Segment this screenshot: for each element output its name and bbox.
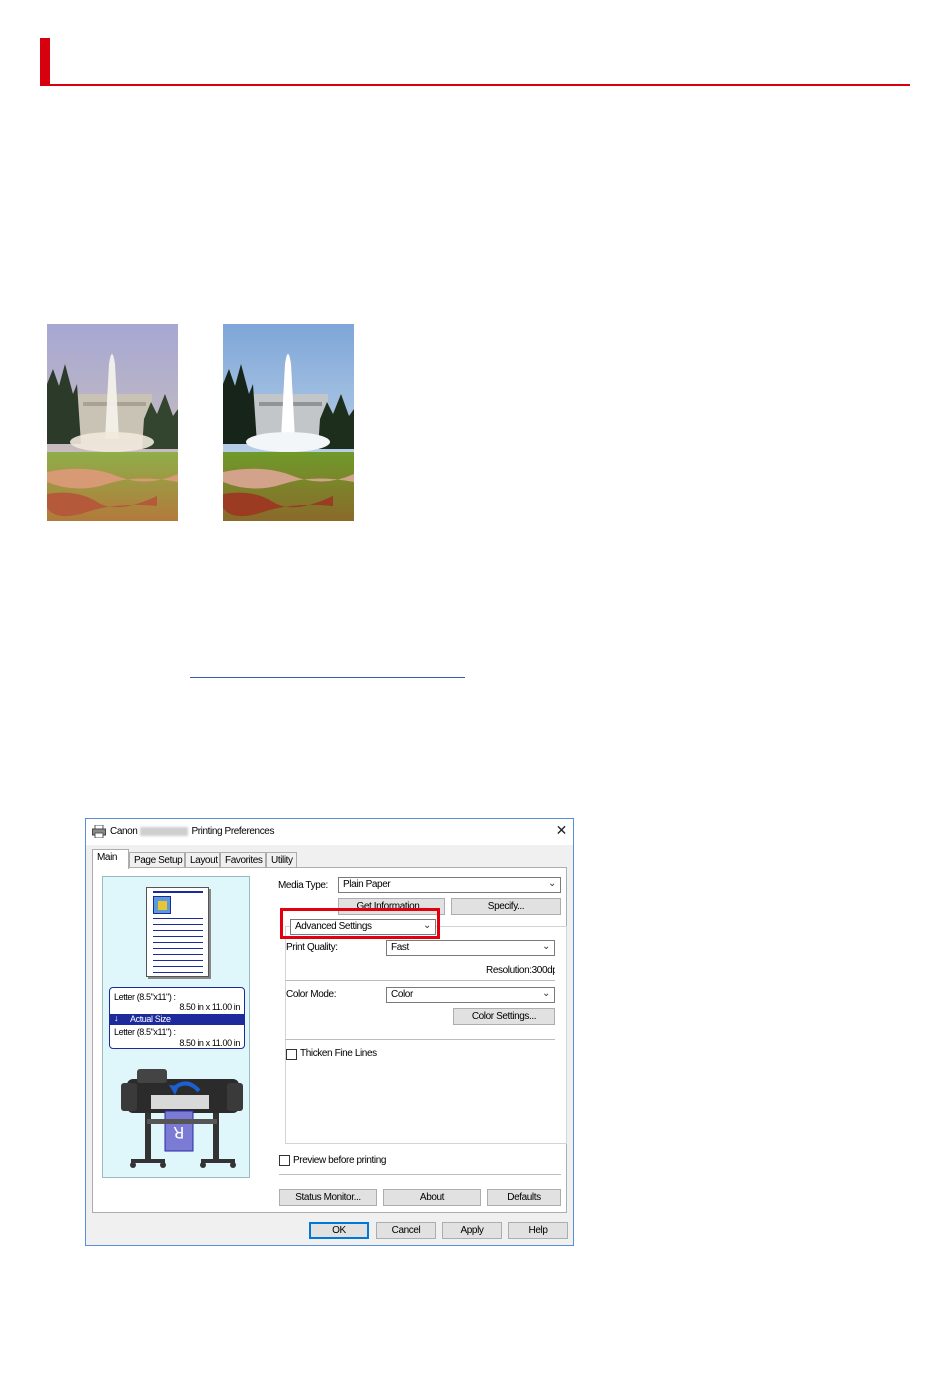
tab-utility[interactable]: Utility (266, 852, 297, 868)
advanced-settings-group (285, 926, 567, 1144)
printer-icon (92, 825, 106, 838)
redacted-model-name (140, 826, 189, 836)
print-output-letter: R (173, 1123, 184, 1142)
heading-accent-bar (40, 38, 50, 86)
page-line (153, 918, 203, 919)
page-line (153, 966, 203, 967)
printing-preferences-dialog: Canon Printing Preferences ✕ Main Page Se… (85, 818, 574, 1246)
tab-layout[interactable]: Layout (185, 852, 220, 868)
source-size-value: 8.50 in x 11.00 in (179, 1002, 240, 1012)
divider (279, 1174, 561, 1175)
media-type-label: Media Type: (278, 880, 328, 891)
divider (285, 1039, 555, 1040)
scaling-selected: ↓ Actual Size (110, 1013, 244, 1025)
source-size-label: Letter (8.5"x11") : (114, 992, 176, 1002)
heading-rule (40, 84, 910, 86)
page-preview (146, 887, 209, 977)
photo-before (47, 324, 178, 521)
dialog-title: Canon Printing Preferences (110, 826, 274, 837)
page-line (153, 891, 203, 893)
down-arrow-icon: ↓ (114, 1013, 119, 1023)
color-mode-label: Color Mode: (286, 989, 337, 1000)
page-line (153, 936, 203, 937)
defaults-button[interactable]: Defaults (487, 1189, 561, 1206)
thicken-fine-lines-checkbox[interactable] (286, 1049, 297, 1060)
tab-page-setup[interactable]: Page Setup (129, 852, 185, 868)
print-quality-label: Print Quality: (286, 942, 338, 953)
output-size-value: 8.50 in x 11.00 in (179, 1038, 240, 1048)
page-line (153, 972, 203, 973)
chevron-down-icon: ⌄ (542, 988, 550, 999)
divider (285, 980, 555, 981)
page-line (153, 924, 203, 925)
about-button[interactable]: About (383, 1189, 481, 1206)
output-size-label: Letter (8.5"x11") : (114, 1027, 176, 1037)
scaling-label: Actual Size (130, 1014, 171, 1024)
help-button[interactable]: Help (508, 1222, 568, 1239)
ok-button[interactable]: OK (309, 1222, 369, 1239)
color-settings-button[interactable]: Color Settings... (453, 1008, 555, 1025)
photo-after (223, 324, 354, 521)
settings-preview: Letter (8.5"x11") : 8.50 in x 11.00 in ↓… (102, 876, 250, 1178)
status-monitor-button[interactable]: Status Monitor... (279, 1189, 377, 1206)
chevron-down-icon: ⌄ (548, 878, 556, 889)
print-quality-select[interactable]: Fast ⌄ (386, 940, 555, 956)
tab-favorites[interactable]: Favorites (220, 852, 266, 868)
media-type-select[interactable]: Plain Paper ⌄ (338, 877, 561, 893)
page-line (153, 948, 203, 949)
hyperlink-underline[interactable] (190, 677, 465, 678)
dialog-title-prefix: Canon (110, 826, 138, 837)
close-icon[interactable]: ✕ (556, 822, 568, 839)
specify-button[interactable]: Specify... (451, 898, 561, 915)
callout-highlight-box (280, 908, 440, 939)
page-line (153, 930, 203, 931)
page-line (153, 942, 203, 943)
page-image-icon (153, 896, 171, 914)
preview-before-printing-label: Preview before printing (293, 1155, 387, 1166)
chevron-down-icon: ⌄ (542, 941, 550, 952)
dialog-title-bar: Canon Printing Preferences ✕ (86, 819, 573, 845)
cancel-button[interactable]: Cancel (376, 1222, 436, 1239)
preview-before-printing-checkbox[interactable] (279, 1155, 290, 1166)
color-mode-value: Color (391, 989, 413, 1000)
media-type-value: Plain Paper (343, 879, 391, 890)
thicken-fine-lines-label: Thicken Fine Lines (300, 1048, 377, 1059)
page-line (153, 954, 203, 955)
apply-button[interactable]: Apply (442, 1222, 502, 1239)
large-format-printer-illustration: R (121, 1069, 243, 1168)
page-line (153, 960, 203, 961)
color-mode-select[interactable]: Color ⌄ (386, 987, 555, 1003)
dialog-title-suffix: Printing Preferences (191, 826, 275, 837)
tab-main[interactable]: Main (92, 849, 129, 869)
resolution-text: Resolution:300dpi (486, 965, 555, 976)
print-quality-value: Fast (391, 942, 409, 953)
paper-size-summary: Letter (8.5"x11") : 8.50 in x 11.00 in ↓… (109, 987, 245, 1049)
